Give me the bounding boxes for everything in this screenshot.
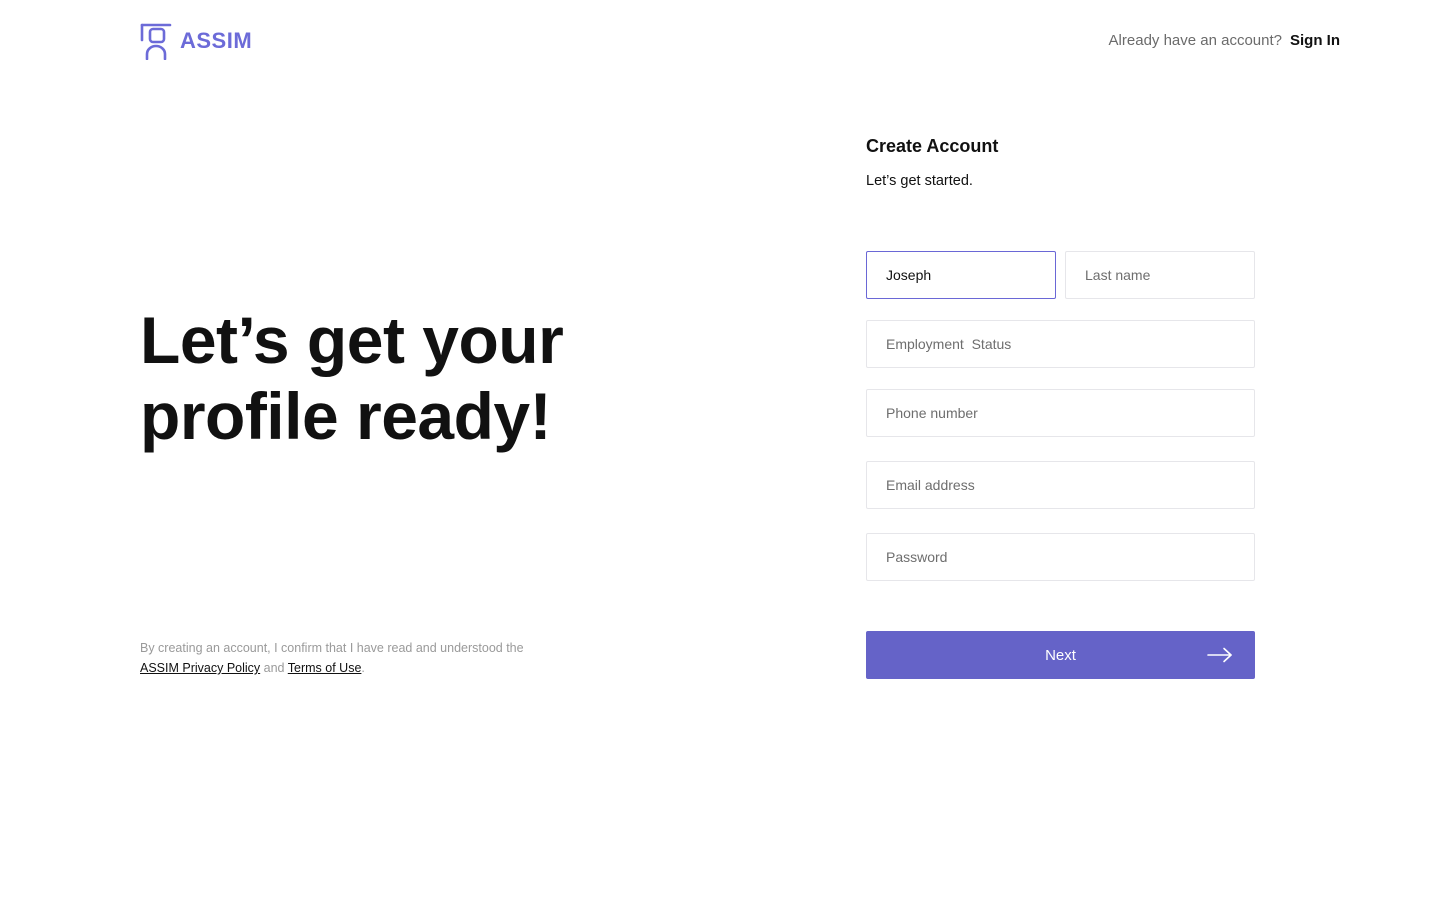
- password-field[interactable]: [866, 533, 1255, 581]
- last-name-input[interactable]: [1066, 252, 1254, 298]
- arrow-right-icon: [1207, 647, 1232, 663]
- form-title: Create Account: [866, 136, 999, 156]
- form-subtitle: Let’s get started.: [866, 173, 973, 189]
- employment-status-input[interactable]: [867, 321, 1254, 367]
- header: ASSIM Already have an account? Sign In: [140, 22, 1340, 60]
- legal-notice: By creating an account, I confirm that I…: [140, 638, 560, 678]
- phone-field[interactable]: [866, 389, 1255, 437]
- first-name-input[interactable]: [867, 252, 1055, 298]
- terms-of-use-link[interactable]: Terms of Use: [288, 661, 362, 675]
- employment-status-field[interactable]: [866, 320, 1255, 368]
- create-account-form: Create Account Let’s get started. Next: [866, 136, 1255, 679]
- first-name-field[interactable]: [866, 251, 1056, 299]
- legal-and: and: [263, 661, 285, 675]
- phone-input[interactable]: [867, 390, 1254, 436]
- signin-prompt: Already have an account?: [1108, 32, 1282, 49]
- legal-suffix: .: [361, 661, 365, 675]
- brand-logo[interactable]: ASSIM: [140, 22, 252, 60]
- email-input[interactable]: [867, 462, 1254, 508]
- next-button[interactable]: Next: [866, 631, 1255, 679]
- privacy-policy-link[interactable]: ASSIM Privacy Policy: [140, 661, 260, 675]
- brand-name: ASSIM: [180, 28, 253, 53]
- legal-prefix: By creating an account, I confirm that I…: [140, 641, 524, 655]
- hero-line-2: profile ready!: [140, 379, 552, 453]
- assim-logo-icon: [140, 23, 172, 60]
- hero-heading: Let’s get your profile ready!: [140, 302, 760, 454]
- last-name-field[interactable]: [1065, 251, 1255, 299]
- sign-in-link[interactable]: Sign In: [1290, 32, 1340, 49]
- email-field[interactable]: [866, 461, 1255, 509]
- password-input[interactable]: [867, 534, 1254, 580]
- next-button-label: Next: [1045, 646, 1076, 664]
- signin-row: Already have an account? Sign In: [1109, 32, 1340, 49]
- hero-line-1: Let’s get your: [140, 303, 564, 377]
